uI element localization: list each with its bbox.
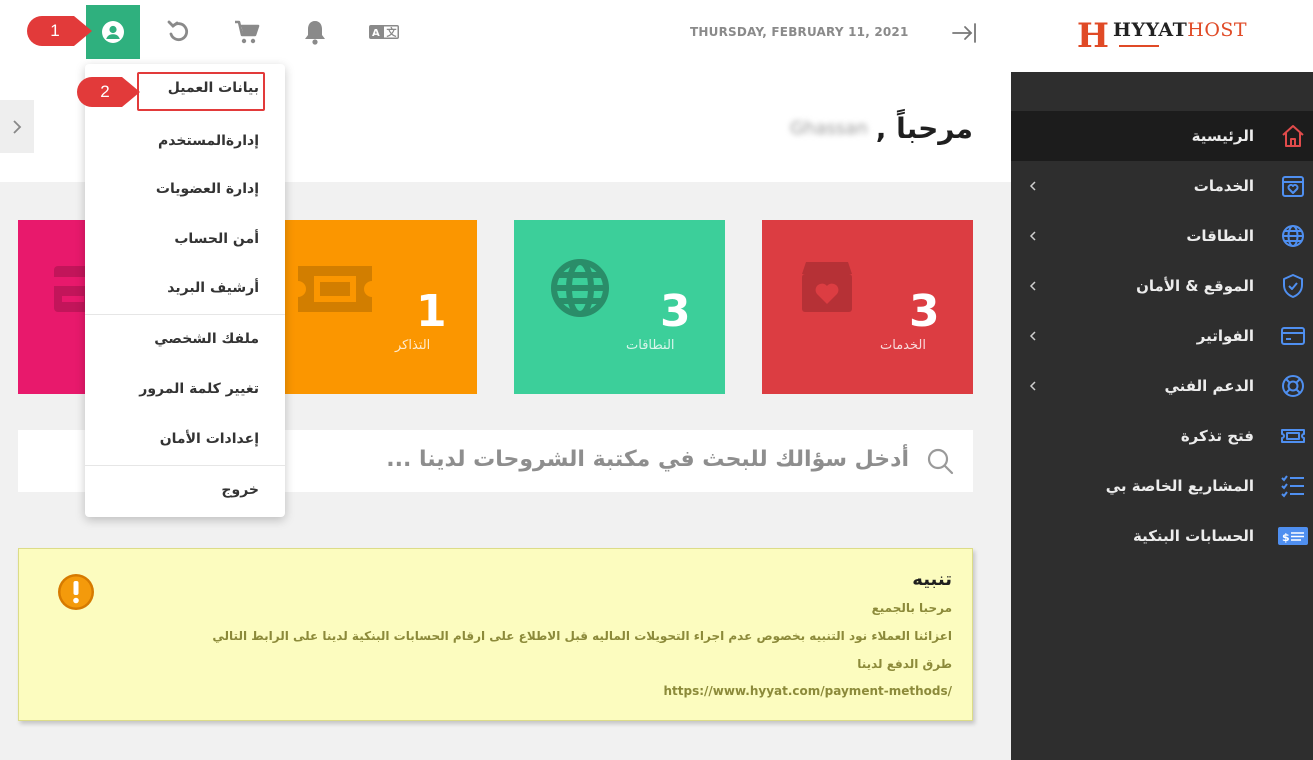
current-date: THURSDAY, FEBRUARY 11, 2021 xyxy=(690,25,909,39)
logo-word-host: HOST xyxy=(1187,19,1248,41)
menu-item-logout[interactable]: خروج xyxy=(221,482,259,498)
sidebar-item-label: الدعم الفني xyxy=(1164,377,1254,395)
bank-card-icon: $ xyxy=(1278,527,1308,545)
sidebar-item-label: الفواتير xyxy=(1196,327,1254,345)
credit-card-icon xyxy=(1281,327,1305,345)
payment-methods-link[interactable]: https://www.hyyat.com/payment-methods/ xyxy=(663,684,952,698)
sidebar-item-services[interactable]: الخدمات xyxy=(1011,161,1313,211)
stat-card-number: 1 xyxy=(416,286,447,337)
sidebar-item-domains[interactable]: النطاقات xyxy=(1011,211,1313,261)
logo-letter: H xyxy=(1076,16,1110,56)
globe-icon xyxy=(551,259,609,317)
expand-panel-tab[interactable] xyxy=(0,100,34,153)
svg-text:A: A xyxy=(372,28,380,39)
chevron-left-icon xyxy=(1029,181,1036,191)
sidebar-item-my-projects[interactable]: المشاريع الخاصة بي xyxy=(1011,461,1313,511)
globe-icon xyxy=(1282,225,1304,247)
sidebar-nav: الرئيسية الخدمات النطاقات الموقع & الأما… xyxy=(1011,111,1313,561)
logo-word-hyyat: HYYAT xyxy=(1113,19,1188,41)
stat-card-number: 3 xyxy=(660,286,691,337)
stat-card-label: التذاكر xyxy=(395,338,431,353)
sidebar-item-home[interactable]: الرئيسية xyxy=(1011,111,1313,161)
refresh-icon[interactable] xyxy=(165,18,193,46)
chevron-left-icon xyxy=(1029,281,1036,291)
logo-underline xyxy=(1113,45,1247,47)
search-input[interactable]: أدخل سؤالك للبحث في مكتبة الشروحات لدينا… xyxy=(386,447,909,472)
sidebar-item-label: الرئيسية xyxy=(1191,127,1254,145)
brand-logo[interactable]: H HYYATHOST xyxy=(1077,19,1247,53)
chevron-right-icon xyxy=(13,119,22,134)
lifebuoy-icon xyxy=(1282,375,1304,397)
stat-card-label: النطاقات xyxy=(626,338,675,353)
menu-item-user-management[interactable]: إدارةالمستخدم xyxy=(158,133,259,149)
sidebar-item-label: الموقع & الأمان xyxy=(1136,277,1254,295)
stat-card-number: 3 xyxy=(909,286,940,337)
annotation-callout-1: 1 xyxy=(26,14,96,48)
menu-item-profile[interactable]: ملفك الشخصي xyxy=(154,331,259,347)
brand-logo-area[interactable]: H HYYATHOST xyxy=(1011,0,1313,72)
cart-icon[interactable] xyxy=(233,18,261,46)
notice-alert: تنبيه مرحبا بالجميع اعزائنا العملاء نود … xyxy=(18,548,973,721)
translate-icon[interactable]: A 文 xyxy=(368,18,400,46)
home-icon xyxy=(1282,125,1304,147)
sidebar-item-site-security[interactable]: الموقع & الأمان xyxy=(1011,261,1313,311)
annotation-callout-2: 2 xyxy=(76,75,144,109)
user-name: Ghassan xyxy=(790,118,868,139)
box-heart-icon xyxy=(1282,176,1304,197)
sidebar-item-bank-accounts[interactable]: $ الحسابات البنكية xyxy=(1011,511,1313,561)
sidebar-item-label: المشاريع الخاصة بي xyxy=(1105,477,1254,495)
alert-line: اعزائنا العملاء نود التنبيه بخصوص عدم اج… xyxy=(212,629,952,643)
alert-line: طرق الدفع لدينا xyxy=(857,657,952,671)
alert-line: مرحبا بالجميع xyxy=(871,601,952,615)
sidebar-item-invoices[interactable]: الفواتير xyxy=(1011,311,1313,361)
user-dropdown-menu: بيانات العميل إدارةالمستخدم إدارة العضوي… xyxy=(85,64,285,517)
box-heart-icon xyxy=(802,262,852,312)
highlight-box xyxy=(137,72,265,111)
user-icon xyxy=(102,21,124,43)
chevron-left-icon xyxy=(1029,231,1036,241)
menu-item-email-archive[interactable]: أرشيف البريد xyxy=(167,280,259,296)
svg-text:$: $ xyxy=(1282,531,1290,544)
stat-card-label: الخدمات xyxy=(880,338,926,353)
ticket-icon xyxy=(1281,429,1305,443)
sidebar: H HYYATHOST الرئيسية الخدمات النطاقات ال… xyxy=(1011,0,1313,760)
shield-check-icon xyxy=(1283,274,1303,298)
chevron-left-icon xyxy=(1029,331,1036,341)
stat-card-services[interactable]: 3 الخدمات xyxy=(762,220,973,394)
chevron-left-icon xyxy=(1029,381,1036,391)
menu-item-memberships[interactable]: إدارة العضويات xyxy=(156,181,259,197)
top-bar: A 文 THURSDAY, FEBRUARY 11, 2021 xyxy=(0,0,1011,64)
annotation-number: 2 xyxy=(100,82,110,101)
menu-item-change-password[interactable]: تغيير كلمة المرور xyxy=(139,381,259,397)
sidebar-item-support[interactable]: الدعم الفني xyxy=(1011,361,1313,411)
sidebar-item-label: الخدمات xyxy=(1193,177,1254,195)
sidebar-item-label: النطاقات xyxy=(1186,227,1254,245)
menu-divider xyxy=(85,465,285,466)
sidebar-item-label: الحسابات البنكية xyxy=(1132,527,1254,545)
menu-item-account-security[interactable]: أمن الحساب xyxy=(174,231,259,247)
sidebar-item-label: فتح تذكرة xyxy=(1180,427,1254,445)
bell-icon[interactable] xyxy=(301,18,329,46)
stat-card-tickets[interactable]: 1 التذاكر xyxy=(266,220,477,394)
ticket-icon xyxy=(298,266,372,312)
stat-card-domains[interactable]: 3 النطاقات xyxy=(514,220,725,394)
warning-icon xyxy=(58,574,94,610)
menu-item-security-settings[interactable]: إعدادات الأمان xyxy=(160,431,259,447)
welcome-greeting: مرحباً , Ghassan xyxy=(790,112,973,145)
search-icon[interactable] xyxy=(926,447,954,475)
annotation-number: 1 xyxy=(50,21,60,40)
checklist-icon xyxy=(1281,475,1304,498)
menu-divider xyxy=(85,314,285,315)
collapse-sidebar-icon[interactable] xyxy=(950,20,978,46)
sidebar-item-open-ticket[interactable]: فتح تذكرة xyxy=(1011,411,1313,461)
alert-title: تنبيه xyxy=(912,569,952,590)
svg-text:文: 文 xyxy=(387,26,398,39)
greeting-text: مرحباً , xyxy=(875,112,973,145)
